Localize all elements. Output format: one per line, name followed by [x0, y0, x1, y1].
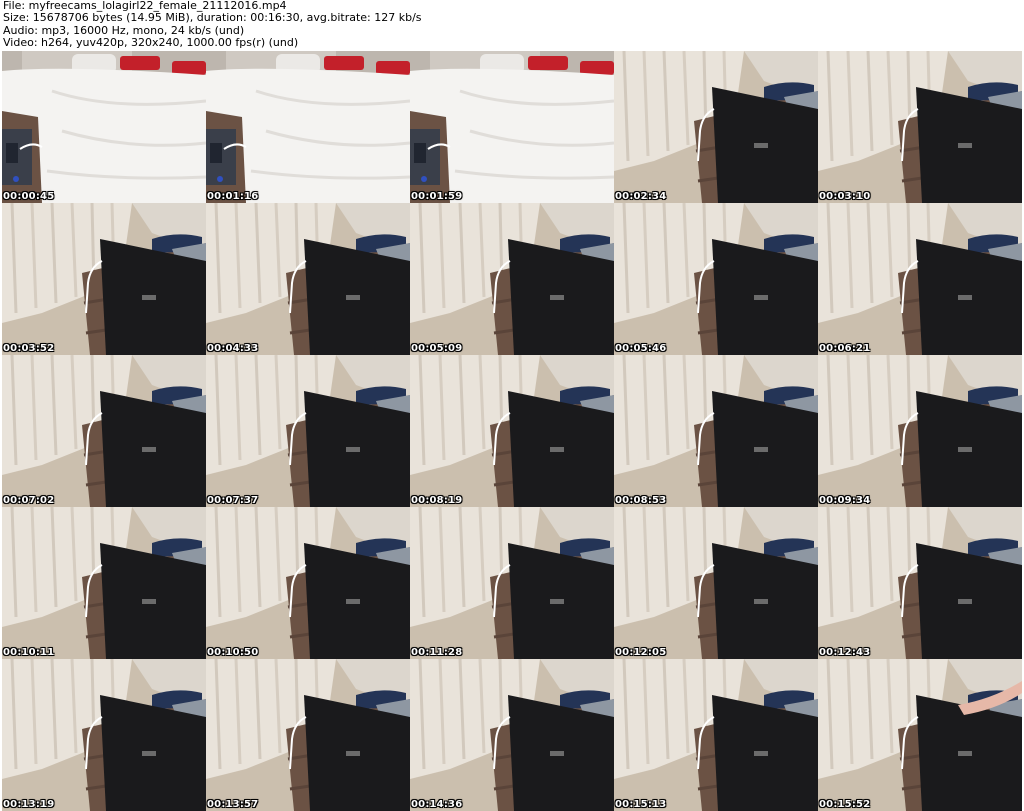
laptop-scene-image — [2, 659, 206, 811]
video-thumbnail: 00:13:19 — [2, 659, 206, 811]
video-thumbnail: 00:07:02 — [2, 355, 206, 507]
video-thumbnail: 00:03:52 — [2, 203, 206, 355]
video-thumbnail: 00:09:34 — [818, 355, 1022, 507]
laptop-scene-image — [818, 51, 1022, 203]
video-thumbnail: 00:01:16 — [206, 51, 410, 203]
video-thumbnail: 00:04:33 — [206, 203, 410, 355]
thumbnail-timestamp: 00:08:19 — [411, 495, 463, 506]
thumbnail-timestamp: 00:04:33 — [207, 343, 259, 354]
laptop-scene-image — [614, 51, 818, 203]
thumbnail-timestamp: 00:13:57 — [207, 799, 259, 810]
thumbnail-timestamp: 00:03:10 — [819, 191, 871, 202]
video-thumbnail: 00:10:50 — [206, 507, 410, 659]
laptop-scene-image — [614, 203, 818, 355]
video-thumbnail: 00:06:21 — [818, 203, 1022, 355]
thumbnail-timestamp: 00:12:05 — [615, 647, 667, 658]
laptop-scene-image — [206, 203, 410, 355]
thumbnail-timestamp: 00:05:09 — [411, 343, 463, 354]
video-thumbnail: 00:05:46 — [614, 203, 818, 355]
video-thumbnail: 00:08:19 — [410, 355, 614, 507]
video-thumbnail: 00:03:10 — [818, 51, 1022, 203]
thumbnail-timestamp: 00:05:46 — [615, 343, 667, 354]
video-thumbnail: 00:02:34 — [614, 51, 818, 203]
size-line: Size: 15678706 bytes (14.95 MiB), durati… — [3, 11, 422, 25]
thumbnail-timestamp: 00:15:52 — [819, 799, 871, 810]
thumbnail-timestamp: 00:10:50 — [207, 647, 259, 658]
thumbnail-timestamp: 00:14:36 — [411, 799, 463, 810]
laptop-scene-image — [206, 507, 410, 659]
laptop-scene-image — [818, 507, 1022, 659]
video-thumbnail: 00:10:11 — [2, 507, 206, 659]
thumbnail-timestamp: 00:08:53 — [615, 495, 667, 506]
laptop-scene-image — [410, 659, 614, 811]
laptop-scene-image — [206, 355, 410, 507]
video-thumbnail: 00:13:57 — [206, 659, 410, 811]
video-thumbnail: 00:00:45 — [2, 51, 206, 203]
thumbnail-timestamp: 00:13:19 — [3, 799, 55, 810]
thumbnail-timestamp: 00:00:45 — [3, 191, 55, 202]
thumbnail-timestamp: 00:07:02 — [3, 495, 55, 506]
laptop-scene-image — [410, 355, 614, 507]
video-line: Video: h264, yuv420p, 320x240, 1000.00 f… — [3, 36, 299, 50]
laptop-scene-image — [2, 507, 206, 659]
thumbnail-grid: 00:00:45 00:01:16 00:01:59 00:02:34 00:0… — [2, 51, 1022, 811]
laptop-scene-image — [206, 659, 410, 811]
laptop-scene-image — [614, 659, 818, 811]
thumbnail-timestamp: 00:15:13 — [615, 799, 667, 810]
bed-scene-image — [410, 51, 614, 203]
laptop-scene-image — [614, 507, 818, 659]
thumbnail-timestamp: 00:03:52 — [3, 343, 55, 354]
laptop-scene-image — [2, 203, 206, 355]
laptop-scene-image — [614, 355, 818, 507]
video-thumbnail: 00:12:43 — [818, 507, 1022, 659]
thumbnail-timestamp: 00:11:28 — [411, 647, 463, 658]
video-thumbnail: 00:08:53 — [614, 355, 818, 507]
video-thumbnail: 00:11:28 — [410, 507, 614, 659]
bed-scene-image — [206, 51, 410, 203]
video-thumbnail: 00:15:52 — [818, 659, 1022, 811]
thumbnail-timestamp: 00:07:37 — [207, 495, 259, 506]
laptop-scene-image — [410, 203, 614, 355]
video-thumbnail: 00:01:59 — [410, 51, 614, 203]
arm-overlay-image — [958, 681, 1022, 715]
video-thumbnail: 00:15:13 — [614, 659, 818, 811]
video-thumbnail: 00:07:37 — [206, 355, 410, 507]
thumbnail-timestamp: 00:06:21 — [819, 343, 871, 354]
laptop-scene-image — [2, 355, 206, 507]
laptop-scene-image — [818, 203, 1022, 355]
info-header: File: myfreecams_lolagirl22_female_21112… — [3, 0, 1021, 50]
thumbnail-timestamp: 00:09:34 — [819, 495, 871, 506]
video-thumbnail: 00:05:09 — [410, 203, 614, 355]
thumbnail-timestamp: 00:01:16 — [207, 191, 259, 202]
video-thumbnail: 00:14:36 — [410, 659, 614, 811]
thumbnail-timestamp: 00:12:43 — [819, 647, 871, 658]
bed-scene-image — [2, 51, 206, 203]
thumbnail-timestamp: 00:10:11 — [3, 647, 55, 658]
thumbnail-timestamp: 00:02:34 — [615, 191, 667, 202]
thumbnail-timestamp: 00:01:59 — [411, 191, 463, 202]
video-thumbnail: 00:12:05 — [614, 507, 818, 659]
laptop-scene-image — [410, 507, 614, 659]
laptop-scene-image — [818, 355, 1022, 507]
